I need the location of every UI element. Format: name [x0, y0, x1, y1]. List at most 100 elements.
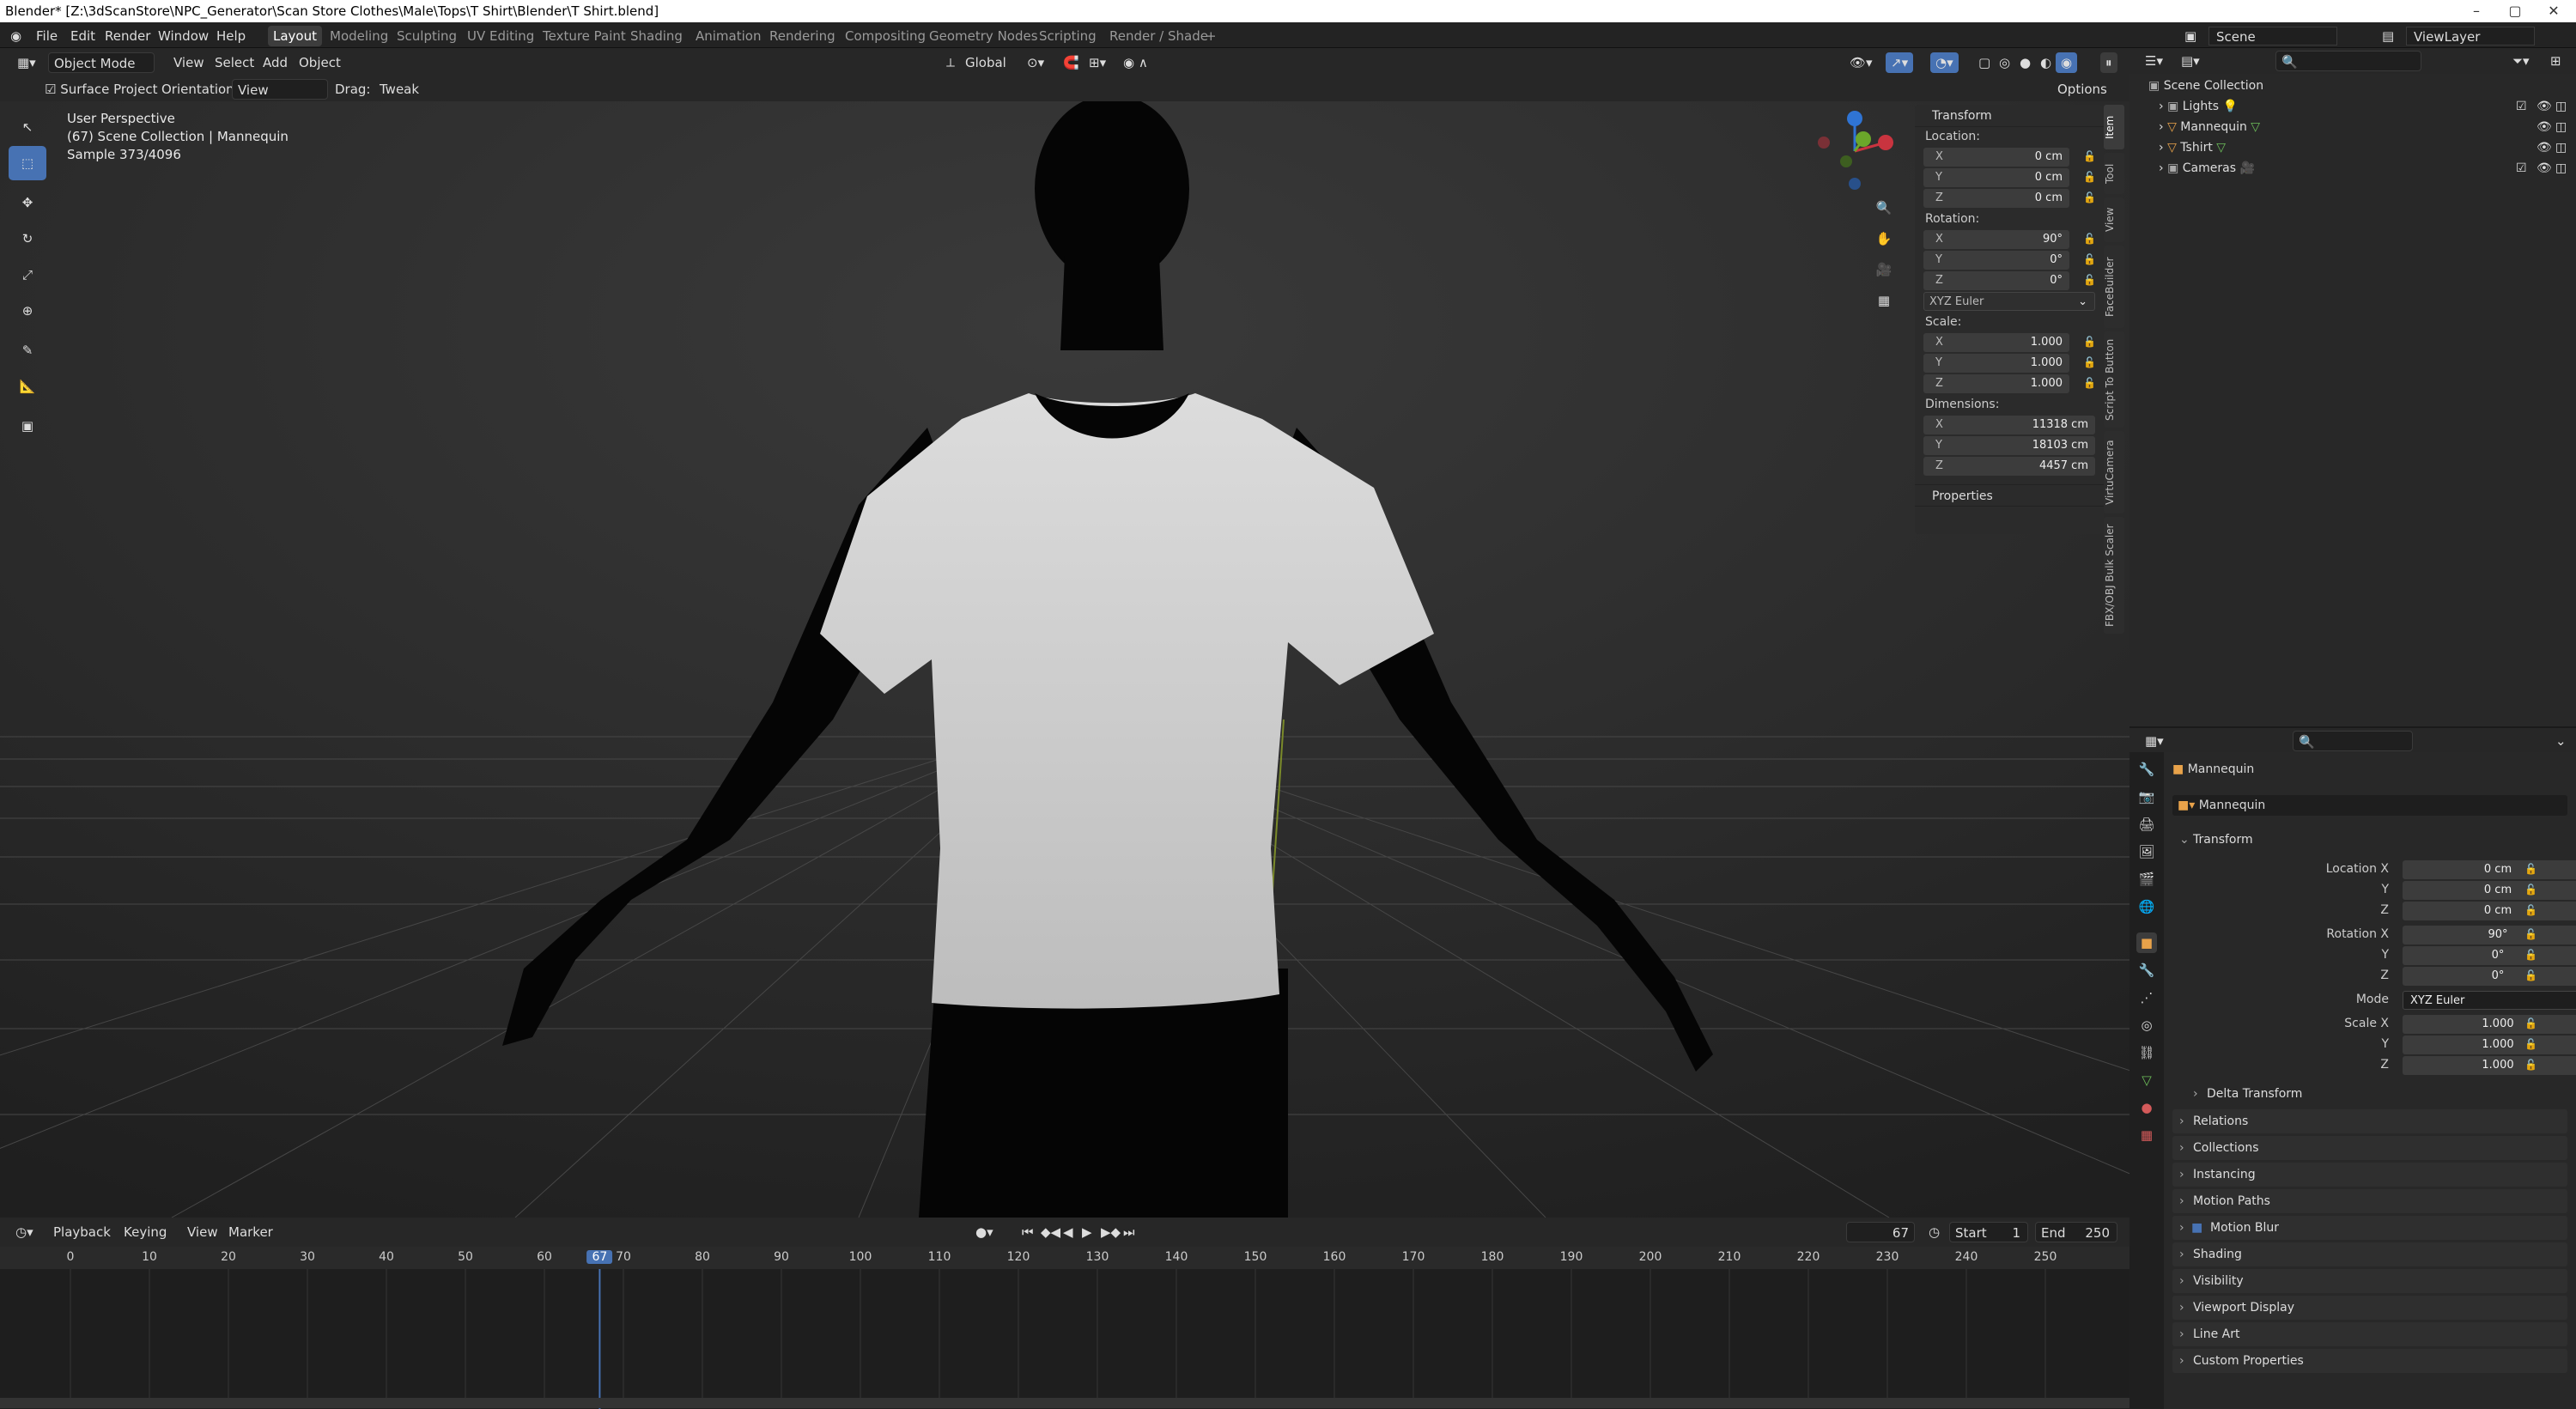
menu-object[interactable]: Object: [294, 52, 346, 73]
blender-logo-icon[interactable]: ◉: [7, 27, 25, 46]
rotation-z-field[interactable]: 0°: [2403, 967, 2576, 986]
snap-icon[interactable]: 🧲: [1058, 52, 1084, 73]
lock-icon[interactable]: 🔓: [2524, 904, 2537, 916]
tab-tool[interactable]: Tool: [2104, 153, 2124, 194]
lock-icon[interactable]: 🔓: [2083, 191, 2096, 203]
add-workspace-icon[interactable]: +: [1200, 26, 1222, 46]
play-reverse-icon[interactable]: ◀: [1058, 1222, 1078, 1242]
gizmo-toggle-icon[interactable]: ↗▾: [1886, 52, 1914, 73]
viewlayer-selector[interactable]: ViewLayer: [2406, 27, 2535, 46]
tab-fbx-obj-bulk-scaler[interactable]: FBX/OBJ Bulk Scaler: [2104, 517, 2124, 634]
tab-shading[interactable]: Shading: [625, 26, 688, 46]
menu-marker[interactable]: Marker: [223, 1222, 278, 1242]
output-props-icon[interactable]: 🖨: [2136, 814, 2157, 835]
tab-animation[interactable]: Animation: [690, 26, 766, 46]
menu-edit[interactable]: Edit: [67, 27, 99, 46]
include-checkbox[interactable]: ☑: [2516, 158, 2527, 179]
start-frame-field[interactable]: Start 1: [1949, 1222, 2028, 1242]
proportional-edit-icon[interactable]: ◉ ∧: [1118, 52, 1153, 73]
outliner-search-field[interactable]: 🔍: [2275, 51, 2421, 71]
rotation-y-field[interactable]: Y 0° 🔓: [1923, 251, 2096, 270]
transform-tool-icon[interactable]: ⊕: [9, 294, 46, 328]
timeline-editor-icon[interactable]: ◷▾: [10, 1222, 39, 1242]
menu-view[interactable]: View: [168, 52, 210, 73]
mode-dropdown[interactable]: Object Mode: [48, 52, 155, 73]
tab-geometry-nodes[interactable]: Geometry Nodes: [924, 26, 1043, 46]
shading-material-icon[interactable]: ◐: [2035, 52, 2057, 73]
shading-header[interactable]: › Shading: [2172, 1242, 2567, 1266]
lock-icon[interactable]: 🔓: [2524, 949, 2537, 961]
shading-rendered-icon[interactable]: ◉: [2056, 52, 2078, 73]
transform-header[interactable]: Transform: [1915, 105, 2104, 127]
transform-section-header[interactable]: ⌄ Transform: [2172, 828, 2567, 852]
motion-paths-header[interactable]: › Motion Paths: [2172, 1189, 2567, 1213]
tab-sculpting[interactable]: Sculpting: [392, 26, 462, 46]
tab-virtucamera[interactable]: VirtuCamera: [2104, 431, 2124, 513]
instancing-header[interactable]: › Instancing: [2172, 1163, 2567, 1187]
zoom-icon[interactable]: 🔍: [1868, 192, 1899, 223]
menu-window[interactable]: Window: [155, 27, 212, 46]
menu-playback[interactable]: Playback: [48, 1222, 116, 1242]
pan-hand-icon[interactable]: ✋: [1868, 223, 1899, 254]
dimensions-z-field[interactable]: Z 4457 cm: [1923, 457, 2095, 476]
menu-add[interactable]: Add: [258, 52, 293, 73]
expand-arrow-icon[interactable]: ›: [2159, 100, 2164, 113]
render-props-icon[interactable]: 📷: [2136, 786, 2157, 807]
location-x-field[interactable]: 0 cm: [2403, 860, 2576, 879]
lock-icon[interactable]: 🔓: [2083, 377, 2096, 389]
lock-icon[interactable]: 🔓: [2524, 1038, 2537, 1050]
object-name-field[interactable]: ■▾ Mannequin: [2172, 795, 2567, 816]
expand-arrow-icon[interactable]: ›: [2159, 120, 2164, 134]
tab-view[interactable]: View: [2104, 197, 2124, 242]
select-tool-icon[interactable]: ↖: [9, 110, 46, 144]
camera-render-icon[interactable]: ◫: [2555, 158, 2567, 179]
options-dropdown[interactable]: Options: [2052, 79, 2112, 100]
eye-icon[interactable]: 👁: [2537, 96, 2552, 117]
lock-icon[interactable]: 🔓: [2083, 150, 2096, 162]
motion-blur-header[interactable]: › ■ Motion Blur: [2172, 1216, 2567, 1240]
lock-icon[interactable]: 🔓: [2524, 928, 2537, 940]
outliner-row-tshirt[interactable]: › ▽ Tshirt ▽ 👁 ◫: [2129, 137, 2576, 158]
tab-uv-editing[interactable]: UV Editing: [462, 26, 539, 46]
orientation-dropdown[interactable]: View: [232, 79, 328, 100]
collections-header[interactable]: › Collections: [2172, 1136, 2567, 1160]
view-layer-props-icon[interactable]: 🖼: [2136, 841, 2157, 862]
lock-icon[interactable]: 🔓: [2083, 274, 2096, 286]
playhead-frame-indicator[interactable]: 67: [586, 1250, 613, 1264]
tab-rendering[interactable]: Rendering: [764, 26, 841, 46]
new-collection-icon[interactable]: ⊞: [2545, 51, 2567, 71]
line-art-header[interactable]: › Line Art: [2172, 1322, 2567, 1346]
tab-layout[interactable]: Layout: [268, 26, 322, 46]
maximize-icon[interactable]: ▢: [2494, 0, 2536, 22]
record-icon[interactable]: ●▾: [970, 1222, 999, 1242]
rotation-mode-dropdown[interactable]: XYZ Euler: [2403, 991, 2576, 1010]
scene-props-icon[interactable]: 🎬: [2136, 869, 2157, 890]
constraints-props-icon[interactable]: ⛓: [2136, 1042, 2157, 1063]
menu-select[interactable]: Select: [210, 52, 259, 73]
lock-icon[interactable]: 🔓: [2524, 1017, 2537, 1029]
tab-compositing[interactable]: Compositing: [840, 26, 931, 46]
rotation-y-field[interactable]: 0°: [2403, 946, 2576, 965]
dimensions-x-field[interactable]: X 11318 cm: [1923, 416, 2095, 434]
rotate-tool-icon[interactable]: ↻: [9, 222, 46, 256]
relations-header[interactable]: › Relations: [2172, 1109, 2567, 1133]
lock-icon[interactable]: 🔓: [2524, 863, 2537, 875]
location-z-field[interactable]: 0 cm: [2403, 902, 2576, 920]
tab-scripting[interactable]: Scripting: [1034, 26, 1102, 46]
scale-z-field[interactable]: 1.000: [2403, 1056, 2576, 1075]
modifier-props-icon[interactable]: 🔧: [2136, 960, 2157, 981]
material-props-icon[interactable]: ●: [2136, 1097, 2157, 1118]
overlay-toggle-icon[interactable]: ◔▾: [1930, 52, 1959, 73]
pivot-icon[interactable]: ⊙▾: [1022, 52, 1049, 73]
tab-script-to-button[interactable]: Script To Button: [2104, 331, 2124, 428]
lock-icon[interactable]: 🔓: [2083, 233, 2096, 245]
camera-render-icon[interactable]: ◫: [2555, 137, 2567, 158]
camera-render-icon[interactable]: ◫: [2555, 117, 2567, 137]
visibility-header[interactable]: › Visibility: [2172, 1269, 2567, 1293]
rotation-x-field[interactable]: X 90° 🔓: [1923, 230, 2096, 249]
menu-help[interactable]: Help: [213, 27, 249, 46]
scale-x-field[interactable]: 1.000: [2403, 1015, 2576, 1034]
location-y-field[interactable]: 0 cm: [2403, 881, 2576, 900]
outliner-row-cameras[interactable]: › ▣ Cameras 🎥 ☑ 👁 ◫: [2129, 158, 2576, 179]
current-frame-field[interactable]: 67: [1846, 1222, 1915, 1242]
